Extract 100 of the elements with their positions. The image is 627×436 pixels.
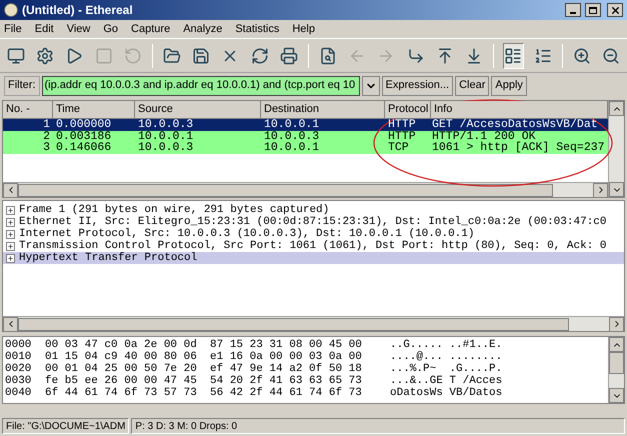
- tree-item-text: Hypertext Transfer Protocol: [19, 252, 198, 264]
- packet-row[interactable]: 3 0.146066 10.0.0.3 10.0.0.1 TCP 1061 > http [ACK] Seq=237: [3, 142, 608, 154]
- column-header[interactable]: Source: [135, 101, 261, 119]
- expand-icon[interactable]: [6, 254, 15, 262]
- window-title: (Untitled) - Ethereal: [22, 2, 134, 19]
- filter-input[interactable]: (ip.addr eq 10.0.0.3 and ip.addr eq 10.0.0.1) and (tcp.port eq 10: [42, 76, 360, 96]
- filter-button[interactable]: Expression...: [382, 76, 454, 96]
- horizontal-scrollbar[interactable]: [3, 182, 608, 197]
- menu-item[interactable]: Capture: [131, 20, 170, 38]
- scroll-down-button[interactable]: [609, 388, 624, 403]
- filter-button[interactable]: Clear: [455, 76, 490, 96]
- table-cell-text: TCP: [387, 142, 410, 154]
- table-cell-text: 10.0.0.3: [263, 130, 320, 142]
- table-cell-text: 3: [42, 142, 51, 154]
- table-cell-text: 10.0.0.3: [137, 142, 194, 154]
- dropdown-button[interactable]: [362, 76, 380, 96]
- maximize-button[interactable]: [585, 3, 601, 17]
- table-cell-text: 10.0.0.1: [137, 130, 194, 142]
- scroll-up-button[interactable]: [609, 101, 624, 116]
- status-text: File: "G:\DOCUME~1\ADM: [2, 418, 130, 434]
- menu-item[interactable]: Statistics: [235, 20, 280, 38]
- tree-item-text: Internet Protocol, Src: 10.0.0.3 (10.0.0.3), Dst: 10.0.0.1 (10.0.0.1): [19, 228, 474, 240]
- table-cell-text: 2: [42, 130, 51, 142]
- scroll-left-button[interactable]: [3, 316, 18, 332]
- table-cell-text: 10.0.0.1: [263, 142, 320, 154]
- minimize-button[interactable]: [565, 3, 581, 17]
- table-cell-text: GET /AccesoDatosWsVB/Dat: [431, 119, 599, 130]
- ascii-text: ..G..... ..#1..E.: [390, 339, 502, 351]
- table-cell-text: 10.0.0.1: [263, 119, 320, 130]
- menu-item[interactable]: Help: [292, 20, 315, 38]
- scroll-thumb[interactable]: [609, 352, 624, 374]
- hex-offset: 0040: [5, 387, 32, 399]
- hex-offset: 0020: [5, 363, 32, 375]
- ascii-text: ...%.P~ .G....P.: [390, 363, 502, 375]
- hex-offset: 0030: [5, 375, 32, 387]
- table-cell-text: 0.146066: [55, 142, 112, 154]
- zoom-out-icon: [602, 46, 620, 64]
- tree-item[interactable]: Internet Protocol, Src: 10.0.0.3 (10.0.0.3), Dst: 10.0.0.1 (10.0.0.1): [3, 228, 624, 240]
- printer-icon: [280, 46, 298, 64]
- play-icon: [65, 46, 84, 64]
- hex-offset: 0000: [5, 339, 32, 351]
- toolbar-button[interactable]: [503, 42, 524, 68]
- hex-bytes: fe b5 ee 26 00 00 47 45 54 20 2f 41 63 63 65 73: [45, 375, 363, 387]
- scroll-right-button[interactable]: [593, 182, 608, 197]
- monitor-icon: [7, 46, 26, 64]
- table-cell-text: 0.000000: [55, 119, 112, 130]
- expand-icon[interactable]: [6, 206, 15, 214]
- table-cell-text: HTTP: [387, 119, 417, 130]
- horizontal-scrollbar[interactable]: [3, 316, 624, 331]
- menu-item[interactable]: View: [66, 20, 90, 38]
- tree-item[interactable]: Hypertext Transfer Protocol: [3, 252, 624, 264]
- table-cell-text: 10.0.0.3: [137, 119, 194, 130]
- menu-item[interactable]: Analyze: [183, 20, 222, 38]
- hex-bytes: 00 01 04 25 00 50 7e 20 ef 47 9e 14 a2 0f 50 18: [45, 363, 363, 375]
- column-header[interactable]: Destination: [261, 101, 385, 119]
- scroll-up-button[interactable]: [609, 337, 624, 352]
- menu-item[interactable]: File: [4, 20, 22, 38]
- vertical-scrollbar[interactable]: [608, 101, 624, 197]
- vertical-scrollbar[interactable]: [608, 337, 624, 403]
- column-header[interactable]: No. -: [3, 101, 53, 119]
- table-cell-text: 0.003186: [55, 130, 112, 142]
- ascii-text: ....@... ........: [390, 351, 502, 363]
- list-icon: [534, 46, 552, 64]
- column-header[interactable]: Info: [431, 101, 608, 119]
- packet-row[interactable]: 2 0.003186 10.0.0.1 10.0.0.3 HTTP HTTP/1.1 200 OK: [3, 130, 608, 142]
- scroll-down-button[interactable]: [609, 182, 624, 197]
- column-header[interactable]: Time: [53, 101, 135, 119]
- filter-button[interactable]: Apply: [491, 76, 527, 96]
- scroll-thumb[interactable]: [18, 318, 569, 330]
- close-button[interactable]: [607, 3, 623, 17]
- filter-label: Filter:: [4, 76, 40, 96]
- table-cell-text: HTTP: [387, 130, 417, 142]
- app-logo-icon: [4, 3, 18, 17]
- menu-item[interactable]: Go: [103, 20, 118, 38]
- menu-item[interactable]: Edit: [34, 20, 54, 38]
- gear-icon: [36, 46, 54, 64]
- reload-icon: [250, 46, 269, 64]
- status-text: P: 3 D: 3 M: 0 Drops: 0: [131, 418, 625, 434]
- hex-bytes: 01 15 04 c9 40 00 80 06 e1 16 0a 00 00 03 0a 00: [45, 351, 363, 363]
- tree-item[interactable]: Frame 1 (291 bytes on wire, 291 bytes captured): [3, 204, 624, 216]
- scroll-left-button[interactable]: [3, 182, 18, 197]
- search-icon: [318, 46, 337, 64]
- restart-icon: [124, 46, 142, 64]
- expand-icon[interactable]: [6, 242, 15, 250]
- packet-row[interactable]: 1 0.000000 10.0.0.3 10.0.0.1 HTTP GET /AccesoDatosWsVB/Dat: [3, 119, 608, 130]
- hex-bytes: 00 03 47 c0 0a 2e 00 0d 87 15 23 31 08 00 45 00: [45, 339, 363, 351]
- jump-arrow-icon: [406, 46, 425, 64]
- column-header[interactable]: Protocol: [385, 101, 431, 119]
- scroll-thumb[interactable]: [18, 184, 553, 196]
- hex-offset: 0010: [5, 351, 32, 363]
- hex-bytes: 6f 44 61 74 6f 73 57 73 56 42 2f 44 61 74 6f 73: [45, 387, 363, 399]
- table-cell-text: 1: [42, 119, 51, 130]
- save-icon: [192, 46, 210, 64]
- tree-item-text: Frame 1 (291 bytes on wire, 291 bytes captured): [19, 204, 330, 216]
- table-cell-text: HTTP/1.1 200 OK: [431, 130, 536, 142]
- folder-icon: [163, 46, 182, 64]
- expand-icon[interactable]: [6, 230, 15, 238]
- scroll-right-button[interactable]: [609, 316, 624, 332]
- colored-list-icon: [504, 46, 522, 64]
- expand-icon[interactable]: [6, 218, 15, 226]
